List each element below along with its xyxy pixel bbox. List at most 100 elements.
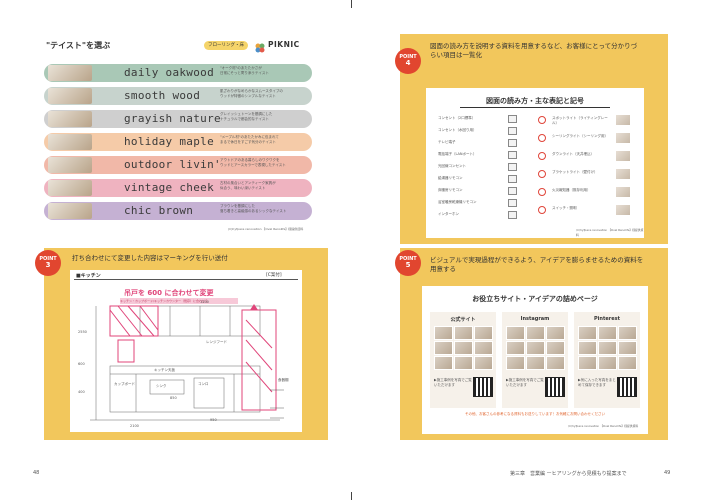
thumbnail-photo (454, 356, 473, 370)
thumbnail-photo (618, 326, 637, 340)
thumbnail-photo (546, 341, 565, 355)
taste-panel: "テイスト"を選ぶ フローリング・床 PIKNIC daily oakwood "… (32, 30, 324, 236)
thumbnail-photo (506, 326, 525, 340)
brand-name: PIKNIC (268, 40, 300, 49)
fixture-photo (616, 133, 630, 143)
outlet-icon (508, 151, 517, 159)
taste-photo (48, 157, 92, 173)
taste-name: daily oakwood (124, 66, 214, 79)
thumbnail-photo (454, 341, 473, 355)
drawing-label: レンジフード (206, 340, 227, 344)
sites-footer: その他、お客さんの参考になる資料もお送りしています！お気軽にお問い合わせください (465, 412, 605, 416)
outlet-icon (508, 175, 517, 183)
taste-description: 古材の風合いとアンティーク家具が 似合う、味わい深いテイスト (220, 181, 276, 190)
taste-photo (48, 111, 92, 127)
floor-tag: フローリング・床 (204, 41, 248, 50)
light-symbol-icon (538, 170, 546, 178)
taste-row: grayish nature グレイッシュトーンを基調にした ナチュラルで都会的な… (44, 110, 312, 128)
taste-name: smooth wood (124, 89, 201, 102)
thumbnail-photo (454, 326, 473, 340)
point4-text: 図面の読み方を説明する資料を用意するなど、お客様にとって分かりづらい項目は一覧化 (430, 42, 638, 59)
legend-item-label: インターホン (438, 212, 459, 216)
legend-item-label: 火災報知器（既存利用） (552, 188, 591, 192)
legend-item-label: シーリングライト（シーリング用） (552, 134, 608, 138)
taste-row: daily oakwood "オーク材"のあたたかさが 日常にそっと寄り添うテイス… (44, 64, 312, 82)
thumbnail-photo (546, 326, 565, 340)
legend-item-label: 浴室暖房乾燥機リモコン (438, 200, 477, 204)
credit: (C)hyfpace renovation 【Ovel Renolife】様提供… (568, 424, 639, 428)
qr-code-icon[interactable] (617, 377, 637, 397)
page-number-left: 48 (33, 470, 40, 476)
taste-photo (48, 88, 92, 104)
taste-photo (48, 65, 92, 81)
point3-panel: 打ち合わせにて変更した内容はマーキングを行い送付 ■キッチン [C案付] 吊戸を… (44, 248, 328, 440)
site-column: Pinterest ▶気に入った写真をまとめて保存できます (574, 312, 640, 408)
outlet-icon (508, 127, 517, 135)
taste-name: chic brown (124, 204, 194, 217)
thumbnail-photo (578, 326, 597, 340)
taste-name: outdoor livin' (124, 158, 221, 171)
piknic-logo-icon (254, 39, 266, 53)
legend-item-label: スポットライト（ライティングレール） (552, 116, 608, 125)
point4-panel: 図面の読み方を説明する資料を用意するなど、お客様にとって分かりづらい項目は一覧化… (400, 34, 668, 244)
credit: (C)hyfpace renovation 【Ovel Renolife】様提供… (576, 228, 644, 237)
fixture-photo (616, 205, 630, 215)
light-symbol-icon (538, 152, 546, 160)
fixture-photo (616, 115, 630, 125)
legend-sheet: 図面の読み方・主な表記と記号 コンセント（2口標準） コンセント（水回り用） テレビ… (426, 88, 644, 238)
taste-description: "メープル材"のあたたかみに包まれて まるで休日をすごす気分のテイスト (220, 135, 279, 144)
point5-text: ビジュアルで実現過程ができるよう、アイデアを膨らませるための資料を用意する (430, 256, 644, 273)
light-symbol-icon (538, 116, 546, 124)
point4-badge: POINT 4 (395, 48, 421, 74)
taste-row: smooth wood 肌ざわりがなめらかなスムースタイプの ウッドが特徴のシンプ… (44, 87, 312, 105)
legend-item-label: 給湯器リモコン (438, 176, 463, 180)
qr-code-icon[interactable] (545, 377, 565, 397)
drawing-label: キッチン天板 (154, 368, 175, 372)
legend-rule (460, 107, 610, 108)
taste-photo (48, 203, 92, 219)
credit: (C)hyfpace renovation 【Ovel Renolife】様提供… (228, 227, 304, 231)
sites-sheet: お役立ちサイト・アイデアの詰めページ 公式サイト ▶施工事例を写真でご覧いただけま… (422, 286, 648, 434)
legend-title: 図面の読み方・主な表記と記号 (486, 97, 584, 105)
page-number-right: 49 (664, 470, 671, 476)
taste-description: "オーク材"のあたたかさが 日常にそっと寄り添うテイスト (220, 66, 269, 75)
taste-description: アウトドアのある暮らしのワクワクを ウッドとアースカラーで表現したテイスト (220, 158, 286, 167)
thumbnail-photo (474, 341, 493, 355)
light-symbol-icon (538, 134, 546, 142)
thumbnail-photo (474, 326, 493, 340)
kitchen-sheet: ■キッチン [C案付] 吊戸を 600 に合わせて変更 キッチン・カップボード/… (70, 270, 302, 432)
taste-photo (48, 180, 92, 196)
thumbnail-photo (618, 341, 637, 355)
thumbnail-photo (526, 356, 545, 370)
taste-description: グレイッシュトーンを基調にした ナチュラルで都会的なテイスト (220, 112, 273, 121)
outlet-icon (508, 211, 517, 219)
legend-item-label: 床暖房リモコン (438, 188, 463, 192)
taste-photo (48, 134, 92, 150)
light-symbol-icon (538, 188, 546, 196)
sites-title: お役立ちサイト・アイデアの詰めページ (472, 295, 598, 303)
site-column: 公式サイト ▶施工事例を写真でご覧いただけます (430, 312, 496, 408)
qr-code-icon[interactable] (473, 377, 493, 397)
thumbnail-photo (598, 356, 617, 370)
legend-item-label: ブラケットライト（壁付け） (552, 170, 598, 174)
legend-item-label: コンセント（2口標準） (438, 116, 476, 120)
fixture-photo (616, 187, 630, 197)
light-symbol-icon (538, 206, 546, 214)
thumbnail-photo (618, 356, 637, 370)
thumbnail-photo (598, 341, 617, 355)
kitchen-drawing (90, 304, 284, 421)
taste-name: vintage cheek (124, 181, 214, 194)
taste-description: 肌ざわりがなめらかなスムースタイプの ウッドが特徴のシンプルなテイスト (220, 89, 283, 98)
thumbnail-photo (474, 356, 493, 370)
legend-item-label: 電話端子（LANポート） (438, 152, 477, 156)
outlet-icon (508, 187, 517, 195)
site-name: 公式サイト (450, 317, 476, 323)
dim-label: 1200 (200, 300, 209, 304)
taste-row: outdoor livin' アウトドアのある暮らしのワクワクを ウッドとアースカ… (44, 156, 312, 174)
point-number: 3 (45, 261, 51, 269)
thumbnail-photo (526, 326, 545, 340)
point5-panel: ビジュアルで実現過程ができるよう、アイデアを膨らませるための資料を用意する お役… (400, 248, 668, 440)
dim-label: 400 (78, 390, 85, 394)
site-name: Instagram (520, 316, 550, 322)
point-number: 5 (405, 261, 411, 269)
